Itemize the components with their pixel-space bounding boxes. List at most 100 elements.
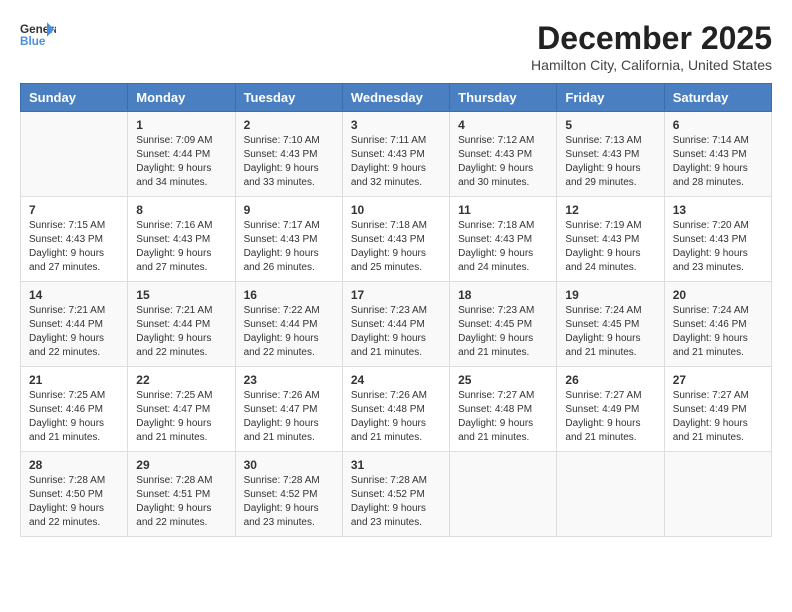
day-cell: 18 Sunrise: 7:23 AM Sunset: 4:45 PM Dayli… <box>450 282 557 367</box>
week-row-3: 21 Sunrise: 7:25 AM Sunset: 4:46 PM Dayli… <box>21 367 772 452</box>
title-block: December 2025 Hamilton City, California,… <box>531 20 772 73</box>
day-cell <box>557 452 664 537</box>
day-info: Sunrise: 7:27 AM Sunset: 4:48 PM Dayligh… <box>458 389 548 445</box>
day-info: Sunrise: 7:15 AM Sunset: 4:43 PM Dayligh… <box>29 219 119 275</box>
day-info: Sunrise: 7:18 AM Sunset: 4:43 PM Dayligh… <box>351 219 441 275</box>
logo: General Blue <box>20 20 56 48</box>
day-cell: 21 Sunrise: 7:25 AM Sunset: 4:46 PM Dayli… <box>21 367 128 452</box>
header-cell-wednesday: Wednesday <box>342 84 449 112</box>
day-cell: 6Sunrise: 7:14 AM Sunset: 4:43 PM Daylig… <box>664 112 771 197</box>
day-number: 25 <box>458 373 548 387</box>
svg-text:Blue: Blue <box>20 35 46 48</box>
day-cell: 26 Sunrise: 7:27 AM Sunset: 4:49 PM Dayli… <box>557 367 664 452</box>
day-info: Sunrise: 7:22 AM Sunset: 4:44 PM Dayligh… <box>244 304 334 360</box>
day-info: Sunrise: 7:10 AM Sunset: 4:43 PM Dayligh… <box>244 134 334 190</box>
day-cell <box>450 452 557 537</box>
day-number: 22 <box>136 373 226 387</box>
month-title: December 2025 <box>531 20 772 57</box>
day-info: Sunrise: 7:28 AM Sunset: 4:50 PM Dayligh… <box>29 474 119 530</box>
calendar-table: SundayMondayTuesdayWednesdayThursdayFrid… <box>20 83 772 537</box>
day-info: Sunrise: 7:17 AM Sunset: 4:43 PM Dayligh… <box>244 219 334 275</box>
day-cell <box>21 112 128 197</box>
day-number: 16 <box>244 288 334 302</box>
day-info: Sunrise: 7:28 AM Sunset: 4:51 PM Dayligh… <box>136 474 226 530</box>
header-cell-sunday: Sunday <box>21 84 128 112</box>
day-number: 20 <box>673 288 763 302</box>
day-cell: 20Sunrise: 7:24 AM Sunset: 4:46 PM Dayli… <box>664 282 771 367</box>
day-info: Sunrise: 7:20 AM Sunset: 4:43 PM Dayligh… <box>673 219 763 275</box>
day-number: 30 <box>244 458 334 472</box>
day-number: 13 <box>673 203 763 217</box>
day-info: Sunrise: 7:26 AM Sunset: 4:48 PM Dayligh… <box>351 389 441 445</box>
day-info: Sunrise: 7:16 AM Sunset: 4:43 PM Dayligh… <box>136 219 226 275</box>
day-cell: 29 Sunrise: 7:28 AM Sunset: 4:51 PM Dayli… <box>128 452 235 537</box>
day-number: 19 <box>565 288 655 302</box>
calendar-body: 1 Sunrise: 7:09 AM Sunset: 4:44 PM Daylig… <box>21 112 772 537</box>
day-number: 15 <box>136 288 226 302</box>
page-header: General Blue December 2025 Hamilton City… <box>20 20 772 73</box>
day-cell: 31 Sunrise: 7:28 AM Sunset: 4:52 PM Dayli… <box>342 452 449 537</box>
day-cell: 15 Sunrise: 7:21 AM Sunset: 4:44 PM Dayli… <box>128 282 235 367</box>
week-row-2: 14Sunrise: 7:21 AM Sunset: 4:44 PM Dayli… <box>21 282 772 367</box>
day-info: Sunrise: 7:27 AM Sunset: 4:49 PM Dayligh… <box>673 389 763 445</box>
day-number: 18 <box>458 288 548 302</box>
day-info: Sunrise: 7:12 AM Sunset: 4:43 PM Dayligh… <box>458 134 548 190</box>
day-number: 1 <box>136 118 226 132</box>
day-info: Sunrise: 7:11 AM Sunset: 4:43 PM Dayligh… <box>351 134 441 190</box>
day-cell: 3 Sunrise: 7:11 AM Sunset: 4:43 PM Daylig… <box>342 112 449 197</box>
calendar-header-row: SundayMondayTuesdayWednesdayThursdayFrid… <box>21 84 772 112</box>
day-cell: 1 Sunrise: 7:09 AM Sunset: 4:44 PM Daylig… <box>128 112 235 197</box>
day-cell: 23 Sunrise: 7:26 AM Sunset: 4:47 PM Dayli… <box>235 367 342 452</box>
day-cell: 25 Sunrise: 7:27 AM Sunset: 4:48 PM Dayli… <box>450 367 557 452</box>
day-cell: 8 Sunrise: 7:16 AM Sunset: 4:43 PM Daylig… <box>128 197 235 282</box>
header-cell-friday: Friday <box>557 84 664 112</box>
day-number: 2 <box>244 118 334 132</box>
day-number: 23 <box>244 373 334 387</box>
header-cell-tuesday: Tuesday <box>235 84 342 112</box>
day-number: 17 <box>351 288 441 302</box>
day-cell: 16 Sunrise: 7:22 AM Sunset: 4:44 PM Dayli… <box>235 282 342 367</box>
day-number: 9 <box>244 203 334 217</box>
day-cell: 4 Sunrise: 7:12 AM Sunset: 4:43 PM Daylig… <box>450 112 557 197</box>
day-cell: 14Sunrise: 7:21 AM Sunset: 4:44 PM Dayli… <box>21 282 128 367</box>
day-number: 12 <box>565 203 655 217</box>
day-info: Sunrise: 7:21 AM Sunset: 4:44 PM Dayligh… <box>29 304 119 360</box>
day-number: 28 <box>29 458 119 472</box>
day-number: 10 <box>351 203 441 217</box>
day-info: Sunrise: 7:21 AM Sunset: 4:44 PM Dayligh… <box>136 304 226 360</box>
day-number: 5 <box>565 118 655 132</box>
day-cell: 28 Sunrise: 7:28 AM Sunset: 4:50 PM Dayli… <box>21 452 128 537</box>
day-number: 4 <box>458 118 548 132</box>
day-info: Sunrise: 7:27 AM Sunset: 4:49 PM Dayligh… <box>565 389 655 445</box>
day-number: 3 <box>351 118 441 132</box>
day-info: Sunrise: 7:25 AM Sunset: 4:46 PM Dayligh… <box>29 389 119 445</box>
day-info: Sunrise: 7:23 AM Sunset: 4:45 PM Dayligh… <box>458 304 548 360</box>
logo-icon: General Blue <box>20 20 56 48</box>
day-number: 26 <box>565 373 655 387</box>
day-info: Sunrise: 7:24 AM Sunset: 4:45 PM Dayligh… <box>565 304 655 360</box>
day-info: Sunrise: 7:28 AM Sunset: 4:52 PM Dayligh… <box>244 474 334 530</box>
day-info: Sunrise: 7:26 AM Sunset: 4:47 PM Dayligh… <box>244 389 334 445</box>
day-number: 8 <box>136 203 226 217</box>
day-cell: 19 Sunrise: 7:24 AM Sunset: 4:45 PM Dayli… <box>557 282 664 367</box>
day-info: Sunrise: 7:09 AM Sunset: 4:44 PM Dayligh… <box>136 134 226 190</box>
location: Hamilton City, California, United States <box>531 57 772 73</box>
day-number: 6 <box>673 118 763 132</box>
day-number: 24 <box>351 373 441 387</box>
day-cell: 30 Sunrise: 7:28 AM Sunset: 4:52 PM Dayli… <box>235 452 342 537</box>
day-number: 21 <box>29 373 119 387</box>
day-info: Sunrise: 7:18 AM Sunset: 4:43 PM Dayligh… <box>458 219 548 275</box>
day-cell: 11Sunrise: 7:18 AM Sunset: 4:43 PM Dayli… <box>450 197 557 282</box>
day-cell: 12Sunrise: 7:19 AM Sunset: 4:43 PM Dayli… <box>557 197 664 282</box>
day-cell: 5 Sunrise: 7:13 AM Sunset: 4:43 PM Daylig… <box>557 112 664 197</box>
day-cell: 10 Sunrise: 7:18 AM Sunset: 4:43 PM Dayli… <box>342 197 449 282</box>
day-info: Sunrise: 7:28 AM Sunset: 4:52 PM Dayligh… <box>351 474 441 530</box>
day-info: Sunrise: 7:23 AM Sunset: 4:44 PM Dayligh… <box>351 304 441 360</box>
day-number: 27 <box>673 373 763 387</box>
day-cell: 7Sunrise: 7:15 AM Sunset: 4:43 PM Daylig… <box>21 197 128 282</box>
day-number: 29 <box>136 458 226 472</box>
day-info: Sunrise: 7:13 AM Sunset: 4:43 PM Dayligh… <box>565 134 655 190</box>
day-number: 31 <box>351 458 441 472</box>
day-cell: 9 Sunrise: 7:17 AM Sunset: 4:43 PM Daylig… <box>235 197 342 282</box>
header-cell-monday: Monday <box>128 84 235 112</box>
